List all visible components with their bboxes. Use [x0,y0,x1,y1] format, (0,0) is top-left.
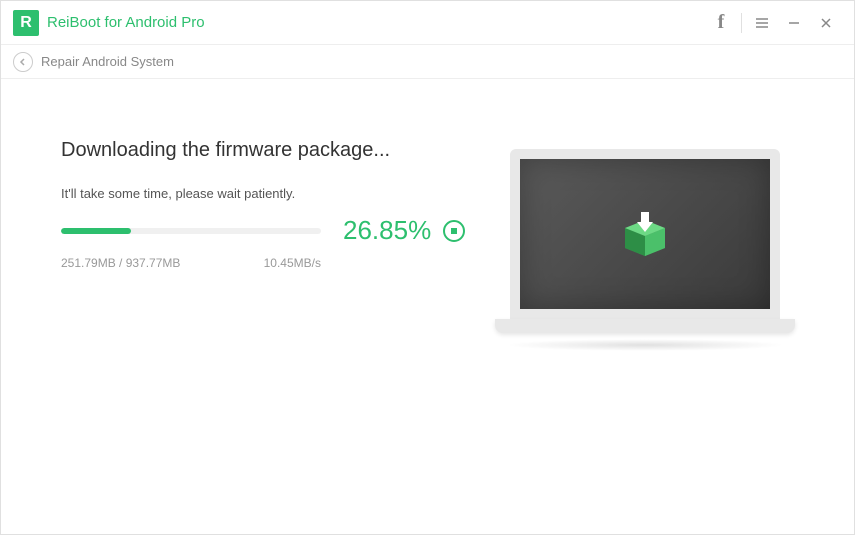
content: Downloading the firmware package... It'l… [1,79,854,534]
minimize-icon [787,16,801,30]
page-heading: Downloading the firmware package... [61,139,465,162]
progress-bar [61,228,321,234]
laptop-illustration [495,149,795,351]
titlebar-right: f [705,7,842,39]
arrow-left-icon [18,57,28,67]
laptop-screen [510,149,780,319]
laptop-shadow [505,339,785,351]
size-status: 251.79MB / 937.77MB [61,256,180,270]
minimize-button[interactable] [778,7,810,39]
titlebar: R ReiBoot for Android Pro f [1,1,854,45]
separator [741,13,742,33]
close-icon [819,16,833,30]
laptop-base [495,319,795,333]
page-subtitle: It'll take some time, please wait patien… [61,186,465,201]
breadcrumb-label: Repair Android System [41,54,174,69]
close-button[interactable] [810,7,842,39]
app-logo-icon: R [13,10,39,36]
stop-button[interactable] [443,220,465,242]
progress-fill [61,228,131,234]
hamburger-icon [754,15,770,31]
titlebar-left: R ReiBoot for Android Pro [13,10,205,36]
breadcrumb: Repair Android System [1,45,854,79]
stats-row: 251.79MB / 937.77MB 10.45MB/s [61,256,321,270]
left-pane: Downloading the firmware package... It'l… [61,139,485,534]
download-box-icon [617,206,673,262]
right-pane [485,139,804,534]
menu-button[interactable] [746,7,778,39]
facebook-button[interactable]: f [705,7,737,39]
app-window: R ReiBoot for Android Pro f [0,0,855,535]
app-title: ReiBoot for Android Pro [47,14,205,31]
back-button[interactable] [13,52,33,72]
download-speed: 10.45MB/s [264,256,321,270]
progress-percent: 26.85% [343,215,431,246]
progress-row: 26.85% [61,215,465,246]
